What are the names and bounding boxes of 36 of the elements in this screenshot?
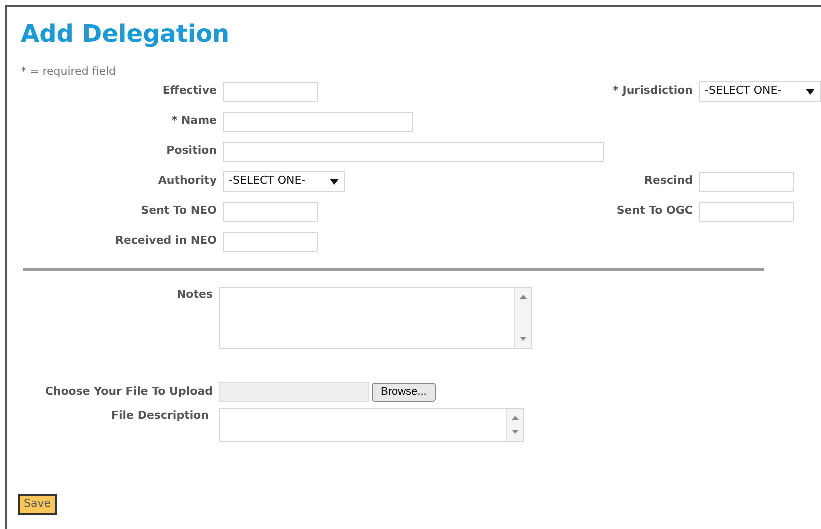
field-label: Sent To NEO bbox=[140, 203, 217, 220]
browse-button[interactable]: Browse... bbox=[372, 382, 436, 402]
field-label: File Description bbox=[110, 408, 209, 424]
dropdown-caret-icon bbox=[806, 88, 815, 94]
field-label: * Jurisdiction bbox=[612, 83, 693, 100]
field-label: Effective bbox=[162, 83, 217, 100]
scroll-down-icon[interactable] bbox=[520, 337, 526, 341]
text-field[interactable] bbox=[699, 202, 794, 222]
dropdown-caret-icon bbox=[330, 178, 339, 184]
text-field[interactable] bbox=[223, 142, 604, 162]
select-dropdown[interactable]: -SELECT ONE- bbox=[223, 171, 345, 192]
scroll-up-icon[interactable] bbox=[512, 416, 518, 420]
text-field[interactable] bbox=[699, 172, 794, 192]
required-note: * = required field bbox=[21, 65, 118, 79]
field-label: Choose Your File To Upload bbox=[44, 384, 213, 400]
notes-textarea[interactable] bbox=[219, 287, 532, 349]
text-field[interactable] bbox=[223, 112, 413, 132]
field-label: Sent To OGC bbox=[616, 203, 693, 220]
field-label: Authority bbox=[157, 173, 217, 190]
field-label: Rescind bbox=[644, 173, 693, 190]
field-label: Received in NEO bbox=[114, 233, 217, 250]
text-field[interactable] bbox=[223, 82, 318, 102]
scrollbar[interactable] bbox=[514, 288, 531, 348]
select-dropdown[interactable]: -SELECT ONE- bbox=[699, 81, 821, 102]
scroll-up-icon[interactable] bbox=[520, 295, 526, 299]
text-field[interactable] bbox=[223, 202, 318, 222]
scrollbar[interactable] bbox=[506, 409, 523, 441]
text-field[interactable] bbox=[223, 232, 318, 252]
file-description-textarea[interactable] bbox=[219, 408, 524, 442]
file-path-field[interactable] bbox=[219, 382, 369, 402]
field-label: Position bbox=[166, 143, 217, 160]
scroll-down-icon[interactable] bbox=[512, 430, 518, 434]
save-button[interactable]: Save bbox=[18, 494, 58, 515]
field-label: Notes bbox=[176, 287, 213, 303]
page-title: Add Delegation bbox=[21, 19, 231, 49]
field-label: * Name bbox=[170, 113, 217, 130]
